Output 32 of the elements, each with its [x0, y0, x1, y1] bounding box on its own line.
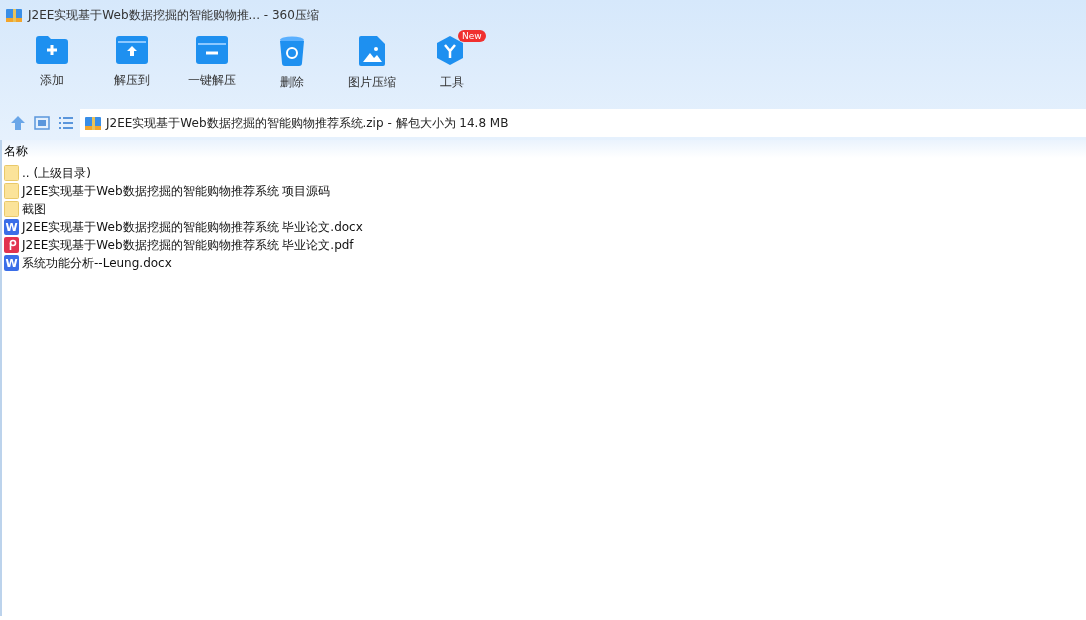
toolbar-button[interactable]: 解压到	[92, 36, 172, 89]
folder-minus-icon	[196, 36, 228, 64]
up-arrow-icon[interactable]	[10, 115, 26, 131]
recycle-bin-icon	[279, 36, 305, 66]
word-document-icon: W	[4, 219, 19, 235]
file-name[interactable]: 系统功能分析--Leung.docx	[22, 254, 172, 272]
image-file-icon	[359, 36, 385, 66]
file-name[interactable]: J2EE实现基于Web数据挖掘的智能购物推荐系统 毕业论文.pdf	[22, 236, 354, 254]
window-title: J2EE实现基于Web数据挖掘的智能购物推... - 360压缩	[28, 6, 319, 24]
pdf-document-icon	[4, 237, 19, 253]
archive-icon	[6, 7, 22, 23]
word-document-icon: W	[4, 255, 19, 271]
folder-icon	[4, 165, 19, 181]
toolbar-button[interactable]: 添加	[12, 36, 92, 89]
toolbar-button[interactable]: 图片压缩	[332, 36, 412, 91]
address-bar[interactable]: J2EE实现基于Web数据挖掘的智能购物推荐系统.zip - 解包大小为 14.8 MB	[80, 109, 1086, 137]
file-name[interactable]: J2EE实现基于Web数据挖掘的智能购物推荐系统 毕业论文.docx	[22, 218, 363, 236]
new-badge: New	[458, 30, 486, 42]
archive-icon	[85, 115, 101, 131]
folder-plus-icon	[36, 36, 68, 64]
file-name[interactable]: .. (上级目录)	[22, 164, 91, 182]
folder-icon	[4, 183, 19, 199]
list-view-icon[interactable]	[58, 115, 74, 131]
folder-upload-icon	[116, 36, 148, 64]
file-name[interactable]: 截图	[22, 200, 46, 218]
toolbar-button[interactable]: 删除	[252, 36, 332, 91]
thumbnail-view-icon[interactable]	[34, 115, 50, 131]
column-header[interactable]: 名称	[2, 140, 1086, 158]
toolbar-button[interactable]: 一键解压	[172, 36, 252, 89]
folder-icon	[4, 201, 19, 217]
archive-path: J2EE实现基于Web数据挖掘的智能购物推荐系统.zip - 解包大小为 14.8 MB	[106, 114, 509, 132]
file-name[interactable]: J2EE实现基于Web数据挖掘的智能购物推荐系统 项目源码	[22, 182, 331, 200]
